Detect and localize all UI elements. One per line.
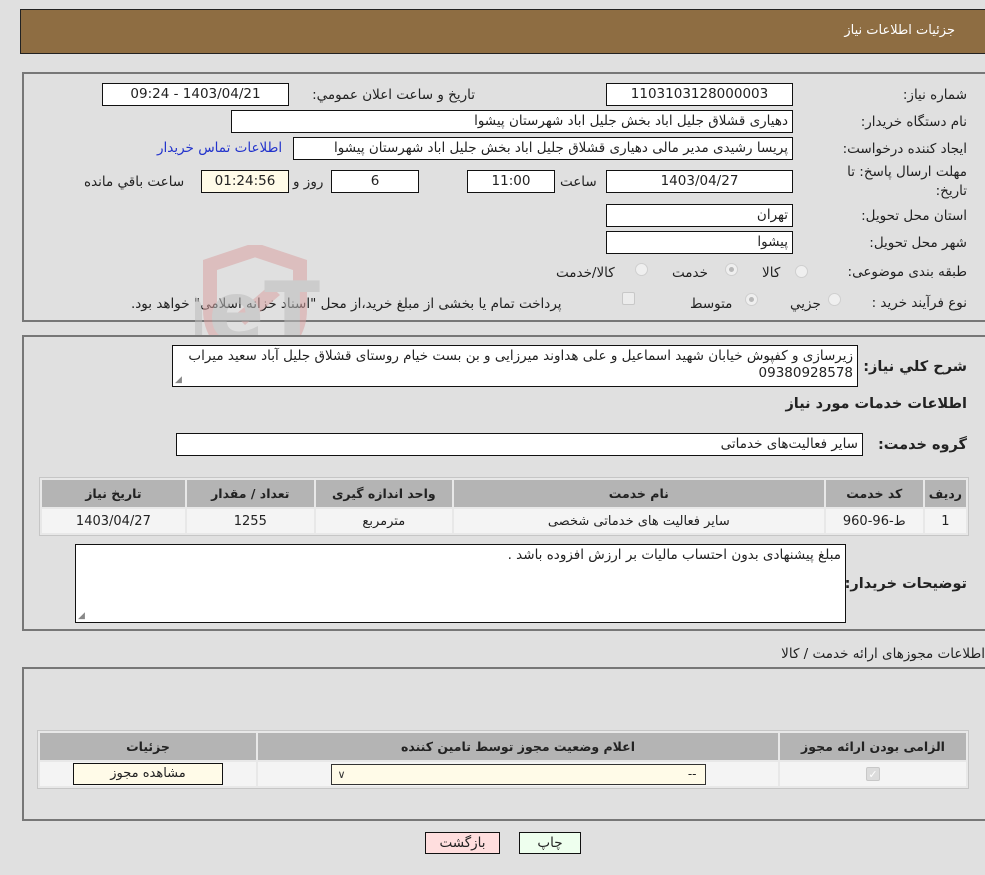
buyer-notes-label: توضیحات خریدار: (844, 576, 967, 592)
category-option-goods-service: کالا/خدمت (556, 265, 615, 281)
buyer-org-field: دهیاری قشلاق جلیل اباد بخش جلیل اباد شهر… (231, 110, 793, 133)
services-table-header: ردیف کد خدمت نام خدمت واحد اندازه گیری ت… (42, 480, 966, 507)
col-service-name: نام خدمت (453, 480, 824, 507)
col-row: ردیف (924, 480, 966, 507)
category-radio-service[interactable] (725, 263, 738, 276)
deadline-date-field: 1403/04/27 (606, 170, 793, 193)
creator-label: ایجاد کننده درخواست: (842, 141, 967, 157)
permits-table: الزامی بودن ارائه مجوز اعلام وضعیت مجوز … (37, 730, 969, 789)
summary-textarea[interactable]: زیرسازی و کفپوش خیابان شهید اسماعیل و عل… (172, 345, 858, 387)
permit-required-checkbox[interactable]: ✓ (866, 766, 880, 781)
announce-date-label: تاریخ و ساعت اعلان عمومي: (312, 87, 475, 103)
table-row: ✓ -- ∨ مشاهده مجوز (40, 762, 966, 786)
page-title: جزئیات اطلاعات نیاز (844, 23, 955, 38)
permits-table-header: الزامی بودن ارائه مجوز اعلام وضعیت مجوز … (40, 733, 966, 760)
service-group-field: سایر فعالیت‌های خدماتی (176, 433, 863, 456)
col-service-code: کد خدمت (825, 480, 923, 507)
services-table: ردیف کد خدمت نام خدمت واحد اندازه گیری ت… (39, 477, 969, 536)
process-label: نوع فرآیند خرید : (871, 295, 967, 311)
page-header: جزئیات اطلاعات نیاز (20, 9, 985, 54)
buyer-notes-text: مبلغ پیشنهادی بدون احتساب مالیات بر ارزش… (507, 547, 841, 563)
category-option-goods: کالا (762, 265, 781, 281)
cell-unit: مترمربع (315, 509, 452, 533)
cell-permit-status: -- ∨ (258, 762, 778, 786)
category-radio-goods[interactable] (795, 265, 808, 278)
need-number-label: شماره نیاز: (902, 87, 967, 103)
table-row: 1 ط-96-960 سایر فعالیت های خدماتی شخصی م… (42, 509, 966, 533)
view-permit-button[interactable]: مشاهده مجوز (73, 763, 223, 785)
cell-quantity: 1255 (186, 509, 314, 533)
buyer-notes-textarea[interactable]: مبلغ پیشنهادی بدون احتساب مالیات بر ارزش… (75, 544, 846, 623)
process-radio-medium[interactable] (745, 293, 758, 306)
province-label: استان محل تحویل: (861, 208, 967, 224)
process-radio-minor[interactable] (828, 293, 841, 306)
cell-need-date: 1403/04/27 (42, 509, 185, 533)
process-option-medium: متوسط (690, 296, 733, 312)
need-number-field: 1103103128000003 (606, 83, 793, 106)
col-need-date: تاریخ نیاز (42, 480, 185, 507)
resize-grip-icon[interactable]: ◢ (78, 612, 85, 621)
city-label: شهر محل تحویل: (869, 235, 967, 251)
days-label: روز و (293, 174, 324, 190)
announce-date-field: 1403/04/21 - 09:24 (102, 83, 289, 106)
resize-grip-icon[interactable]: ◢ (175, 376, 182, 385)
summary-text: زیرسازی و کفپوش خیابان شهید اسماعیل و عل… (188, 348, 853, 381)
col-permit-status: اعلام وضعیت مجوز توسط تامین کننده (258, 733, 778, 760)
remaining-time-field: 01:24:56 (201, 170, 289, 193)
buyer-org-label: نام دستگاه خریدار: (860, 114, 967, 130)
cell-service-code: ط-96-960 (825, 509, 923, 533)
buyer-contact-link[interactable]: اطلاعات تماس خریدار (157, 140, 282, 156)
category-radio-goods-service[interactable] (635, 263, 648, 276)
cell-row: 1 (924, 509, 966, 533)
permit-status-value: -- (687, 766, 697, 781)
col-quantity: تعداد / مقدار (186, 480, 314, 507)
services-section-title: اطلاعات خدمات مورد نیاز (785, 396, 967, 412)
category-option-service: خدمت (672, 265, 708, 281)
col-unit: واحد اندازه گیری (315, 480, 452, 507)
cell-permit-required: ✓ (780, 762, 966, 786)
col-permit-details: جزئیات (40, 733, 256, 760)
col-permit-required: الزامی بودن ارائه مجوز (780, 733, 966, 760)
creator-field: پریسا رشیدی مدیر مالی دهیاری قشلاق جلیل … (293, 137, 793, 160)
deadline-time-field: 11:00 (467, 170, 555, 193)
treasury-checkbox[interactable] (622, 292, 635, 305)
remaining-time-label: ساعت باقي مانده (84, 174, 185, 190)
treasury-checkbox-label: پرداخت تمام یا بخشی از مبلغ خرید،از محل … (131, 296, 562, 312)
permits-section-title: اطلاعات مجوزهای ارائه خدمت / کالا (781, 646, 985, 662)
print-button[interactable]: چاپ (519, 832, 581, 854)
process-option-minor: جزيي (790, 296, 821, 312)
days-remaining-field: 6 (331, 170, 419, 193)
deadline-label-line2: تاریخ: (935, 183, 967, 199)
chevron-down-icon: ∨ (337, 767, 346, 781)
cell-permit-details: مشاهده مجوز (40, 762, 256, 786)
service-group-label: گروه خدمت: (877, 437, 967, 453)
deadline-time-label: ساعت (560, 174, 597, 190)
summary-label: شرح کلي نیاز: (863, 359, 967, 375)
category-label: طبقه بندی موضوعی: (847, 264, 967, 280)
city-field: پیشوا (606, 231, 793, 254)
cell-service-name: سایر فعالیت های خدماتی شخصی (453, 509, 824, 533)
province-field: تهران (606, 204, 793, 227)
back-button[interactable]: بازگشت (425, 832, 500, 854)
permit-status-select[interactable]: -- ∨ (330, 763, 706, 785)
deadline-label-line1: مهلت ارسال پاسخ: تا (847, 164, 967, 180)
